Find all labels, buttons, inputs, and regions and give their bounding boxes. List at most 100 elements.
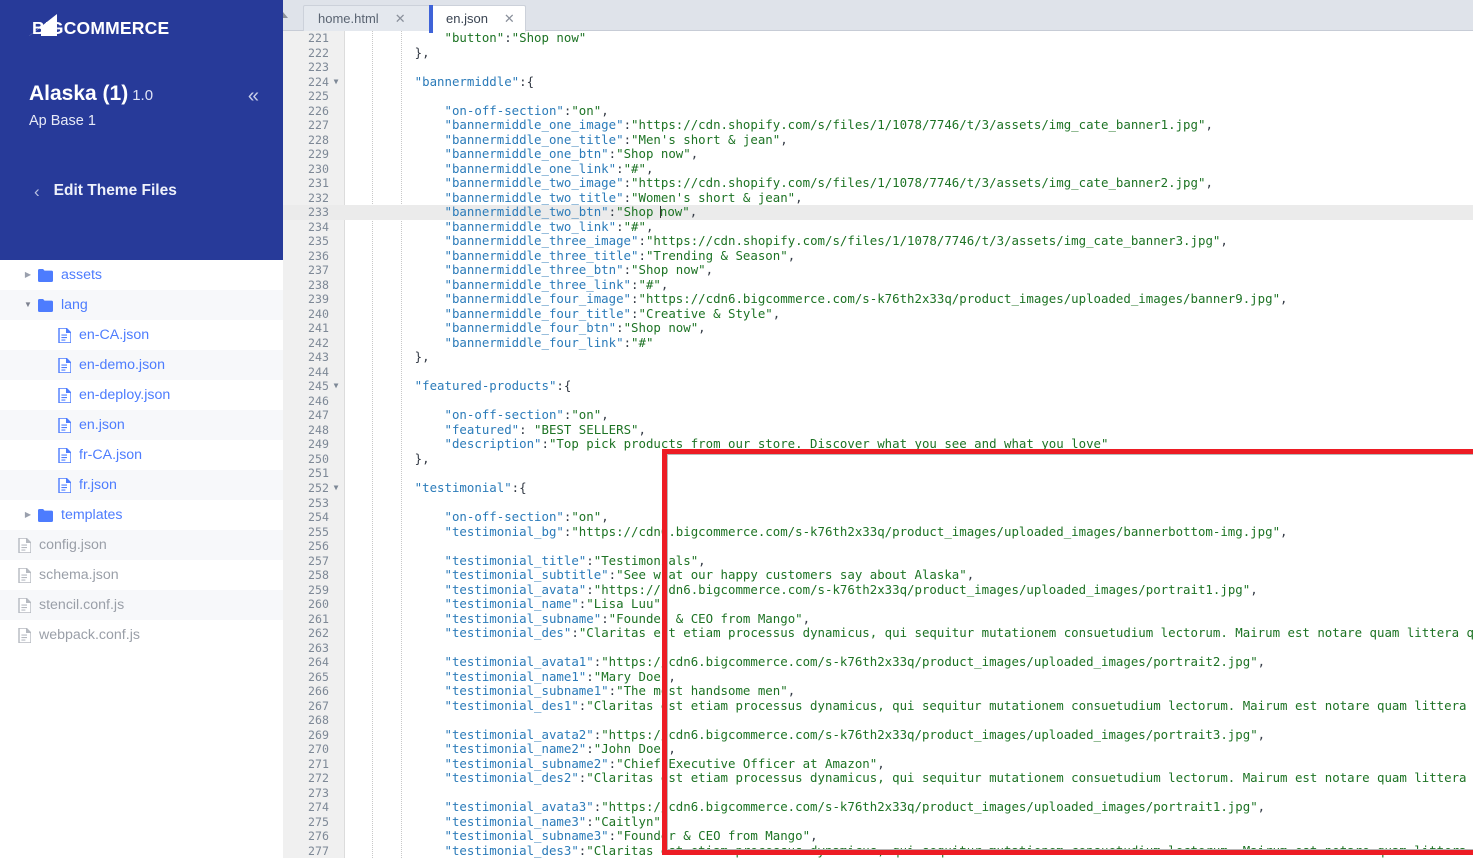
code-line[interactable]: 239 "bannermiddle_four_image":"https://c… [283,292,1473,307]
tree-file-webpack-conf-js[interactable]: webpack.conf.js [0,620,283,650]
code-line[interactable]: 229 "bannermiddle_one_btn":"Shop now", [283,146,1473,162]
code-line[interactable]: 253 [283,496,1473,511]
tree-item-label: en-deploy.json [79,387,171,403]
code-line[interactable]: 261 "testimonial_subname":"Founder & CEO… [283,611,1473,627]
code-line[interactable]: 263 [283,641,1473,656]
code-area[interactable]: 221 "button":"Shop now" 222 }, 223 224 ▼ "ba… [283,31,1473,858]
code-line[interactable]: 268 [283,713,1473,728]
line-number: 228 [308,132,329,147]
code-line[interactable]: 244 [283,365,1473,380]
chevron-left-icon: ‹ [34,181,40,201]
code-line[interactable]: 228 "bannermiddle_one_title":"Men's shor… [283,132,1473,148]
fold-toggle-icon[interactable]: ▼ [331,481,341,496]
chevron-right-icon[interactable]: ▶ [22,511,34,519]
code-line[interactable]: 247 "on-off-section":"on", [283,408,1473,423]
code-line[interactable]: 265 "testimonial_name1":"Mary Doe", [283,669,1473,685]
file-tree[interactable]: ▶ assets ▼ lang en-CA.json en-demo.json en-dep… [0,260,283,858]
code-line[interactable]: 237 "bannermiddle_three_btn":"Shop now", [283,262,1473,278]
code-line[interactable]: 246 [283,394,1473,409]
fold-toggle-icon[interactable]: ▼ [331,75,341,90]
editor-tab-strip: home.html ✕ en.json ✕ [283,0,1473,33]
close-icon[interactable]: ✕ [504,12,515,25]
tree-folder-templates[interactable]: ▶ templates [0,500,283,530]
code-line[interactable]: 269 "testimonial_avata2":"https://cdn6.b… [283,727,1473,743]
code-line-text: "bannermiddle_four_link":"#" [355,334,654,350]
close-icon[interactable]: ✕ [395,12,406,25]
tree-item-label: fr-CA.json [79,447,143,463]
code-line[interactable]: 238 "bannermiddle_three_link":"#", [283,277,1473,293]
code-line-text: "testimonial_subname2":"Chief Executive … [355,755,885,771]
theme-editor-page: BIGCOMMERCE Alaska (1) 1.0 Ap Base 1 « ‹ … [0,0,1473,858]
file-icon [58,387,71,403]
code-line[interactable]: 255 "testimonial_bg":"https://cdn6.bigco… [283,524,1473,540]
code-line[interactable]: 250 }, [283,451,1473,467]
code-line[interactable]: 259 "testimonial_avata":"https://cdn6.bi… [283,582,1473,598]
code-line[interactable]: 226 "on-off-section":"on", [283,103,1473,119]
tree-folder-assets[interactable]: ▶ assets [0,260,283,290]
code-line[interactable]: 232 "bannermiddle_two_title":"Women's sh… [283,190,1473,206]
code-line[interactable]: 243 }, [283,350,1473,365]
code-line[interactable]: 266 "testimonial_subname1":"The most han… [283,683,1473,699]
code-line[interactable]: 272 "testimonial_des2":"Claritas est eti… [283,771,1473,786]
code-line[interactable]: 233 "bannermiddle_two_btn":"Shop now", [283,204,1473,220]
tab-en-json[interactable]: en.json ✕ [429,5,526,33]
code-line[interactable]: 231 "bannermiddle_two_image":"https://cd… [283,175,1473,191]
code-line[interactable]: 240 "bannermiddle_four_title":"Creative … [283,306,1473,322]
code-line[interactable]: 270 "testimonial_name2":"John Doe", [283,742,1473,757]
code-line-text: "testimonial_title":"Testimonials", [355,552,706,568]
code-line[interactable]: 242 "bannermiddle_four_link":"#" [283,334,1473,351]
code-line[interactable]: 254 "on-off-section":"on", [283,509,1473,525]
code-line[interactable]: 274 "testimonial_avata3":"https://cdn6.b… [283,800,1473,815]
code-line[interactable]: 271 "testimonial_subname2":"Chief Execut… [283,755,1473,772]
code-line[interactable]: 276 "testimonial_subname3":"Founder & CE… [283,829,1473,844]
code-line[interactable]: 260 "testimonial_name":"Lisa Luu", [283,596,1473,612]
code-line[interactable]: 256 [283,539,1473,554]
code-line[interactable]: 251 [283,466,1473,481]
code-line[interactable]: 222 }, [283,45,1473,61]
code-line[interactable]: 275 "testimonial_name3":"Caitlyn", [283,813,1473,830]
code-line[interactable]: 227 "bannermiddle_one_image":"https://cd… [283,117,1473,133]
code-line[interactable]: 245 ▼ "featured-products":{ [283,379,1473,394]
code-line[interactable]: 236 "bannermiddle_three_title":"Trending… [283,248,1473,264]
code-line[interactable]: 248 "featured": "BEST SELLERS", [283,422,1473,438]
tree-file-en-ca-json[interactable]: en-CA.json [0,320,283,350]
code-line[interactable]: 257 "testimonial_title":"Testimonials", [283,552,1473,569]
code-line[interactable]: 252 ▼ "testimonial":{ [283,480,1473,496]
code-lines[interactable]: 221 "button":"Shop now" 222 }, 223 224 ▼ "ba… [283,31,1473,858]
tree-file-config-json[interactable]: config.json [0,530,283,560]
tree-file-schema-json[interactable]: schema.json [0,560,283,590]
chevron-double-left-icon[interactable]: « [248,86,259,106]
code-line[interactable]: 225 [283,89,1473,104]
code-line[interactable]: 221 "button":"Shop now" [283,31,1473,46]
tab-home-html[interactable]: home.html ✕ [303,5,431,31]
edit-theme-files-button[interactable]: ‹ Edit Theme Files [0,182,283,200]
code-line[interactable]: 223 [283,60,1473,75]
code-line[interactable]: 234 "bannermiddle_two_link":"#", [283,219,1473,235]
tree-file-en-deploy-json[interactable]: en-deploy.json [0,380,283,410]
scroll-up-arrow-icon[interactable] [283,7,290,18]
fold-toggle-icon[interactable]: ▼ [331,379,341,394]
chevron-right-icon[interactable]: ▶ [22,271,34,279]
tree-file-en-json[interactable]: en.json [0,410,283,440]
code-line-text: "testimonial_name3":"Caitlyn", [355,813,669,829]
line-number: 261 [308,611,329,626]
code-line[interactable]: 224 ▼ "bannermiddle":{ [283,74,1473,90]
code-line[interactable]: 264 "testimonial_avata1":"https://cdn6.b… [283,654,1473,670]
code-line[interactable]: 262 "testimonial_des":"Claritas est etia… [283,625,1473,641]
chevron-down-icon[interactable]: ▼ [22,301,34,309]
code-line[interactable]: 249 "description":"Top pick products fro… [283,437,1473,452]
code-line[interactable]: 258 "testimonial_subtitle":"See what our… [283,567,1473,583]
code-line[interactable]: 230 "bannermiddle_one_link":"#", [283,161,1473,177]
code-line[interactable]: 241 "bannermiddle_four_btn":"Shop now", [283,321,1473,336]
code-line[interactable]: 277 "testimonial_des3":"Claritas est eti… [283,843,1473,858]
tree-file-fr-ca-json[interactable]: fr-CA.json [0,440,283,470]
line-number: 238 [308,277,329,292]
code-line[interactable]: 267 "testimonial_des1":"Claritas est eti… [283,698,1473,714]
code-line[interactable]: 273 [283,786,1473,801]
tree-file-stencil-conf-js[interactable]: stencil.conf.js [0,590,283,620]
code-line[interactable]: 235 "bannermiddle_three_image":"https://… [283,233,1473,249]
tree-folder-lang[interactable]: ▼ lang [0,290,283,320]
folder-icon [38,508,53,522]
tree-file-en-demo-json[interactable]: en-demo.json [0,350,283,380]
tree-file-fr-json[interactable]: fr.json [0,470,283,500]
